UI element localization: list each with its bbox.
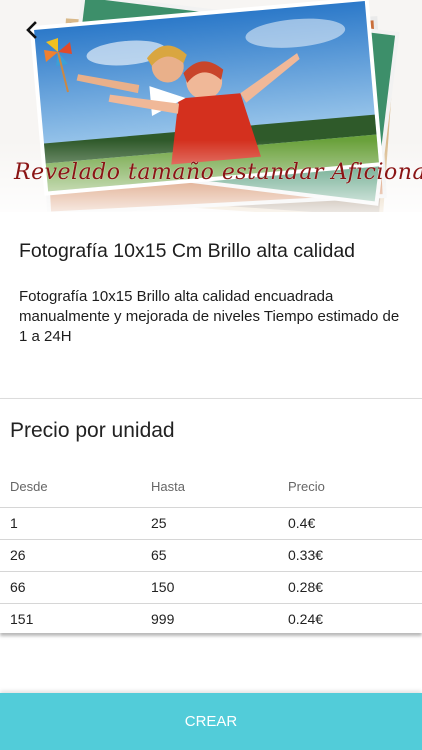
header-hasta: Hasta [151, 479, 185, 494]
table-row: 66 150 0.28€ [0, 572, 422, 604]
hero-caption: Revelado tamaño estandar Aficionado [14, 160, 422, 185]
cell-hasta: 150 [151, 579, 175, 595]
cell-precio: 0.4€ [288, 515, 316, 531]
table-row: 1 25 0.4€ [0, 508, 422, 540]
cell-desde: 151 [10, 611, 34, 627]
table-row: 151 999 0.24€ [0, 604, 422, 635]
cell-precio: 0.33€ [288, 547, 324, 563]
header-desde: Desde [10, 479, 48, 494]
cell-hasta: 65 [151, 547, 167, 563]
chevron-left-icon [26, 21, 37, 39]
create-button[interactable]: CREAR [0, 693, 422, 750]
cell-precio: 0.24€ [288, 611, 324, 627]
cell-hasta: 999 [151, 611, 175, 627]
cell-desde: 26 [10, 547, 26, 563]
price-section-title: Precio por unidad [10, 419, 175, 442]
back-button[interactable] [14, 12, 50, 48]
price-table: Desde Hasta Precio 1 25 0.4€ 26 65 0.33€… [0, 469, 422, 635]
cell-hasta: 25 [151, 515, 167, 531]
cell-precio: 0.28€ [288, 579, 324, 595]
price-table-header: Desde Hasta Precio [0, 469, 422, 508]
header-precio: Precio [288, 479, 325, 494]
hero-banner: Revelado tamaño estandar Aficionado [0, 0, 422, 212]
cell-desde: 66 [10, 579, 26, 595]
product-description: Fotografía 10x15 Brillo alta calidad enc… [19, 288, 400, 345]
cell-desde: 1 [10, 515, 18, 531]
product-title: Fotografía 10x15 Cm Brillo alta calidad [19, 240, 356, 262]
price-card: Precio por unidad Desde Hasta Precio 1 2… [0, 398, 422, 633]
table-row: 26 65 0.33€ [0, 540, 422, 572]
